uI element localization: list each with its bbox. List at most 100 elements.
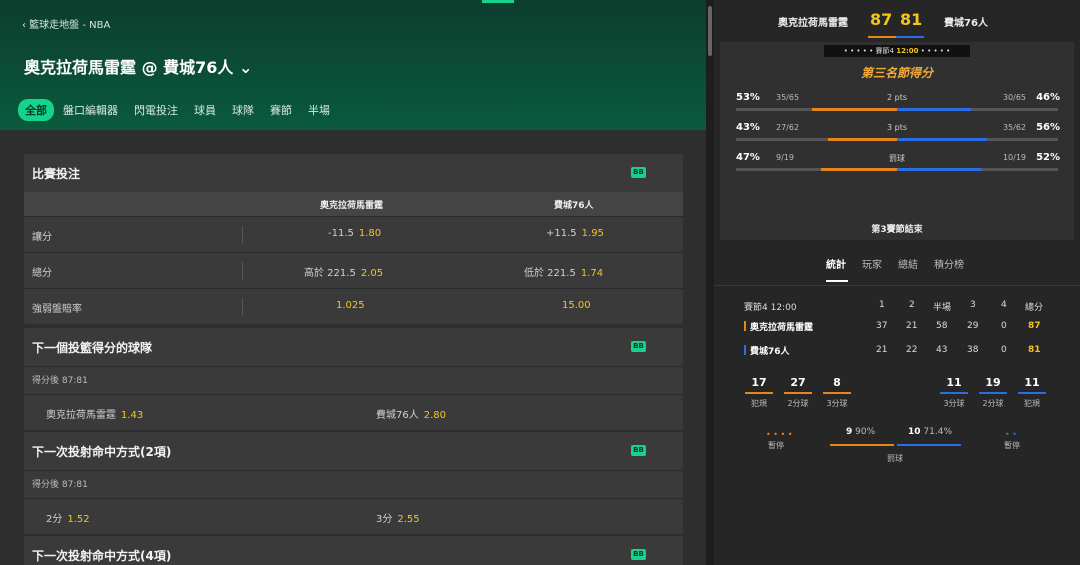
home-fouls: 17 犯規: [744, 376, 774, 409]
selection-label: 3分: [376, 514, 393, 525]
stat-underline: [1018, 392, 1046, 394]
tab-standings[interactable]: 積分榜: [934, 256, 964, 271]
col-q1: 1: [879, 300, 885, 310]
home-q4: 0: [1001, 321, 1007, 331]
quarter-title: 第三名節得分: [860, 66, 933, 80]
divider: [242, 226, 243, 244]
home-q2: 21: [906, 321, 918, 331]
away-selection[interactable]: 費城76人 2.80: [376, 406, 446, 421]
home-ft: 9 90%: [846, 427, 875, 437]
stat-label: 3分球: [943, 399, 965, 408]
home-q1: 37: [876, 321, 888, 331]
selection-label: 費城76人: [376, 410, 419, 421]
quarter-stats-panel: • • • • • 賽節4 12:00 • • • • • 第三名節得分 53%…: [720, 42, 1074, 240]
live-stats-pane: 奧克拉荷馬雷霆 87 81 費城76人 • • • • • 賽節4 12:00 …: [714, 0, 1080, 565]
away-score: 81: [900, 10, 923, 29]
two-point-selection[interactable]: 2分 1.52: [46, 510, 90, 525]
fouls-dots-home: • • • • •: [843, 47, 874, 55]
home-selection[interactable]: 奧克拉荷馬雷霆 1.43: [46, 406, 143, 421]
ft-label: 罰球: [887, 454, 903, 463]
stat-label: 犯規: [751, 399, 767, 408]
time: 12:00: [770, 303, 797, 313]
home-team-name: 奧克拉荷馬雷霆: [778, 18, 848, 29]
stat-underline: [784, 392, 812, 394]
card-header[interactable]: 下一個投籃得分的球隊 BB: [24, 328, 683, 366]
score-context: 得分後 87:81: [24, 366, 683, 394]
tab-flash-bet[interactable]: 閃電投注: [127, 99, 185, 121]
col-home: 奧克拉荷馬雷霆: [320, 201, 384, 211]
away-total: 81: [1028, 345, 1041, 355]
ft-pct: 71.4%: [923, 427, 952, 437]
tab-summary[interactable]: 總結: [898, 256, 918, 271]
odds: 15.00: [562, 300, 591, 311]
next-team-score-card: 下一個投籃得分的球隊 BB 得分後 87:81 奧克拉荷馬雷霆 1.43 費城76…: [24, 328, 683, 430]
away-q3: 38: [967, 345, 979, 355]
ft-made: 10: [908, 427, 921, 437]
stat-label: 3分球: [826, 399, 848, 408]
away-q2: 22: [906, 345, 918, 355]
odds: 2.55: [397, 514, 420, 525]
home-total: 87: [1028, 321, 1041, 331]
odds: 1.95: [581, 228, 604, 239]
away-team-name: 費城76人: [750, 347, 790, 357]
tab-quarters[interactable]: 賽節: [263, 99, 299, 121]
away-half: 43: [936, 345, 948, 355]
away-ft: 10 71.4%: [908, 427, 952, 437]
home-selection[interactable]: -11.5 1.80: [328, 228, 381, 239]
tab-players[interactable]: 玩家: [862, 256, 882, 271]
odds: 1.43: [121, 410, 144, 421]
bet-builder-badge: BB: [631, 167, 646, 178]
home-timeout-label: 暫停: [768, 441, 784, 450]
away-2pt: 19 2分球: [978, 376, 1008, 409]
tab-halves[interactable]: 半場: [301, 99, 337, 121]
col-q3: 3: [970, 300, 976, 310]
stat-row-2pts: 53% 35/65 2 pts 30/65 46%: [730, 88, 1064, 116]
away-selection[interactable]: 15.00: [562, 300, 591, 311]
away-timeout-label: 暫停: [1004, 441, 1020, 450]
tab-players[interactable]: 球員: [187, 99, 223, 121]
home-half: 58: [936, 321, 948, 331]
home-ft-bar: [830, 444, 894, 446]
tab-all[interactable]: 全部: [18, 99, 54, 121]
stat-value: 27: [790, 376, 806, 389]
away-pct: 52%: [1036, 152, 1060, 163]
tab-teams[interactable]: 球隊: [225, 99, 261, 121]
odds: 1.74: [580, 268, 604, 279]
home-selection[interactable]: 高於 221.5 2.05: [304, 264, 383, 279]
stats-tabs: 統計 玩家 總結 積分榜: [714, 254, 1080, 282]
quarter-end-label: 第3賽節結束: [871, 225, 923, 235]
three-point-selection[interactable]: 3分 2.55: [376, 510, 420, 525]
card-title: 下一次投射命中方式(2項): [32, 444, 172, 459]
away-bar: [897, 168, 981, 171]
stat-row-3pts: 43% 27/62 3 pts 35/62 56%: [730, 118, 1064, 146]
away-selection[interactable]: +11.5 1.95: [546, 228, 604, 239]
period-label: 賽節4: [875, 47, 894, 55]
row-label: 總分: [32, 268, 52, 279]
tab-stats[interactable]: 統計: [826, 256, 846, 271]
market-row: 2分 1.52 3分 2.55: [24, 498, 683, 534]
fouls-dots-away: • • • • •: [920, 47, 951, 55]
home-score: 87: [870, 10, 893, 29]
game-clock: • • • • • 賽節4 12:00 • • • • •: [824, 45, 970, 57]
card-header[interactable]: 下一次投射命中方式(4項) BB: [24, 536, 683, 565]
breadcrumb[interactable]: ‹ 籃球走地盤 - NBA: [22, 16, 110, 31]
score-context: 得分後 87:81: [24, 470, 683, 498]
home-selection[interactable]: 1.025: [336, 300, 365, 311]
home-color-mark: [744, 321, 746, 331]
top-accent-bar: [482, 0, 514, 3]
home-bar: [821, 168, 897, 171]
scrollbar-thumb[interactable]: [708, 6, 712, 56]
card-header[interactable]: 比賽投注 BB: [24, 154, 683, 192]
stat-label: 犯規: [1024, 399, 1040, 408]
card-header[interactable]: 下一次投射命中方式(2項) BB: [24, 432, 683, 470]
ft-made: 9: [846, 427, 853, 437]
home-bar: [812, 108, 897, 111]
tab-bet-builder[interactable]: 盤口編輯器: [56, 99, 125, 121]
away-timeout-dots: • •: [1005, 430, 1017, 439]
away-selection[interactable]: 低於 221.5 1.74: [524, 264, 603, 279]
market-row: 讓分 -11.5 1.80 +11.5 1.95: [24, 216, 683, 252]
scoreboard: 奧克拉荷馬雷霆 87 81 費城76人: [714, 0, 1080, 40]
event-title[interactable]: 奧克拉荷馬雷霆 @ 費城76人 ⌄: [24, 54, 252, 78]
stat-underline: [979, 392, 1007, 394]
odds: 2.05: [360, 268, 384, 279]
